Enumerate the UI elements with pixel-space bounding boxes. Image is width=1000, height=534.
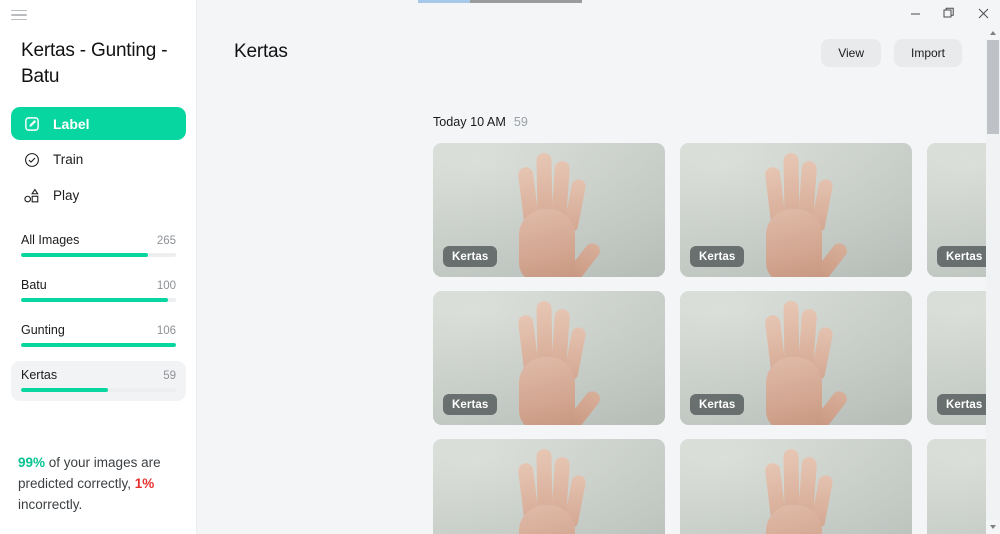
minimize-icon[interactable] bbox=[898, 0, 932, 26]
sidebar-item-train[interactable]: Train bbox=[11, 143, 186, 176]
class-name: Gunting bbox=[21, 323, 65, 337]
sidebar-item-label[interactable]: Label bbox=[11, 107, 186, 140]
sidebar-nav: Label Train Play bbox=[11, 107, 186, 215]
import-button[interactable]: Import bbox=[893, 39, 962, 67]
class-row[interactable]: All Images 265 bbox=[11, 226, 186, 266]
class-row[interactable]: Kertas 59 bbox=[11, 361, 186, 401]
class-progress-bar bbox=[21, 388, 176, 392]
class-badge: Kertas bbox=[443, 246, 498, 267]
image-card[interactable]: Kertas bbox=[433, 143, 665, 277]
main-content: Kertas View Import Today 10 AM 59 Kertas… bbox=[197, 0, 1000, 534]
class-name: Kertas bbox=[21, 368, 58, 382]
group-count: 59 bbox=[513, 115, 528, 129]
sidebar-item-label-text: Label bbox=[53, 115, 90, 132]
sidebar-item-train-text: Train bbox=[53, 152, 84, 167]
class-progress-bar bbox=[21, 253, 176, 257]
class-count: 265 bbox=[156, 235, 176, 247]
class-progress-bar bbox=[21, 343, 176, 347]
scroll-down-icon[interactable] bbox=[986, 520, 1000, 534]
maximize-icon[interactable] bbox=[932, 0, 966, 26]
group-label: Today 10 AM bbox=[433, 115, 506, 129]
image-grid: KertasKertasKertasKertasKertasKertasKert… bbox=[433, 143, 1000, 534]
class-row[interactable]: Batu 100 bbox=[11, 271, 186, 311]
accuracy-summary: 99% of your images are predicted correct… bbox=[18, 452, 186, 515]
class-badge: Kertas bbox=[690, 394, 745, 415]
accuracy-correct-percent: 99% bbox=[18, 455, 46, 470]
project-title: Kertas - Gunting - Batu bbox=[21, 40, 168, 87]
class-row[interactable]: Gunting 106 bbox=[11, 316, 186, 356]
image-card[interactable]: Kertas bbox=[433, 439, 665, 534]
application-window: Kertas - Gunting - Batu Label Train Play… bbox=[0, 0, 1000, 534]
check-circle-icon bbox=[22, 150, 41, 169]
accuracy-incorrect-percent: 1% bbox=[134, 476, 155, 491]
hamburger-icon[interactable] bbox=[8, 6, 30, 24]
shapes-icon bbox=[22, 186, 41, 205]
accuracy-incorrect-text: incorrectly. bbox=[18, 497, 83, 512]
class-name: Batu bbox=[21, 278, 47, 292]
class-list: All Images 265 Batu 100 Gunting 106 Kertas 59 bbox=[11, 226, 186, 406]
scrollbar-thumb[interactable] bbox=[987, 40, 999, 134]
image-card[interactable]: Kertas bbox=[680, 291, 912, 425]
sidebar-item-play-text: Play bbox=[53, 188, 80, 203]
group-header: Today 10 AM 59 bbox=[433, 115, 528, 129]
class-badge: Kertas bbox=[690, 246, 745, 267]
class-count: 106 bbox=[156, 325, 176, 337]
scroll-up-icon[interactable] bbox=[986, 26, 1000, 40]
class-badge: Kertas bbox=[443, 394, 498, 415]
view-button[interactable]: View bbox=[821, 39, 881, 67]
header-actions: View Import bbox=[821, 39, 962, 67]
class-progress-bar bbox=[21, 298, 176, 302]
page-title: Kertas bbox=[234, 41, 288, 62]
sidebar-item-play[interactable]: Play bbox=[11, 179, 186, 212]
class-name: All Images bbox=[21, 233, 80, 247]
class-badge: Kertas bbox=[937, 394, 992, 415]
scrollbar-track[interactable] bbox=[986, 40, 1000, 520]
pencil-square-icon bbox=[22, 114, 41, 133]
main-scrollbar[interactable] bbox=[986, 26, 1000, 534]
image-card[interactable]: Kertas bbox=[680, 439, 912, 534]
class-badge: Kertas bbox=[937, 246, 992, 267]
hand-photo bbox=[680, 439, 912, 534]
close-icon[interactable] bbox=[966, 0, 1000, 26]
window-controls bbox=[898, 0, 1000, 26]
class-count: 59 bbox=[163, 370, 176, 382]
sidebar: Kertas - Gunting - Batu Label Train Play… bbox=[0, 0, 197, 534]
loading-progress-fill bbox=[418, 0, 471, 3]
image-card[interactable]: Kertas bbox=[680, 143, 912, 277]
hand-photo bbox=[433, 439, 665, 534]
loading-progress-bar bbox=[418, 0, 582, 3]
image-card[interactable]: Kertas bbox=[433, 291, 665, 425]
class-count: 100 bbox=[156, 280, 176, 292]
